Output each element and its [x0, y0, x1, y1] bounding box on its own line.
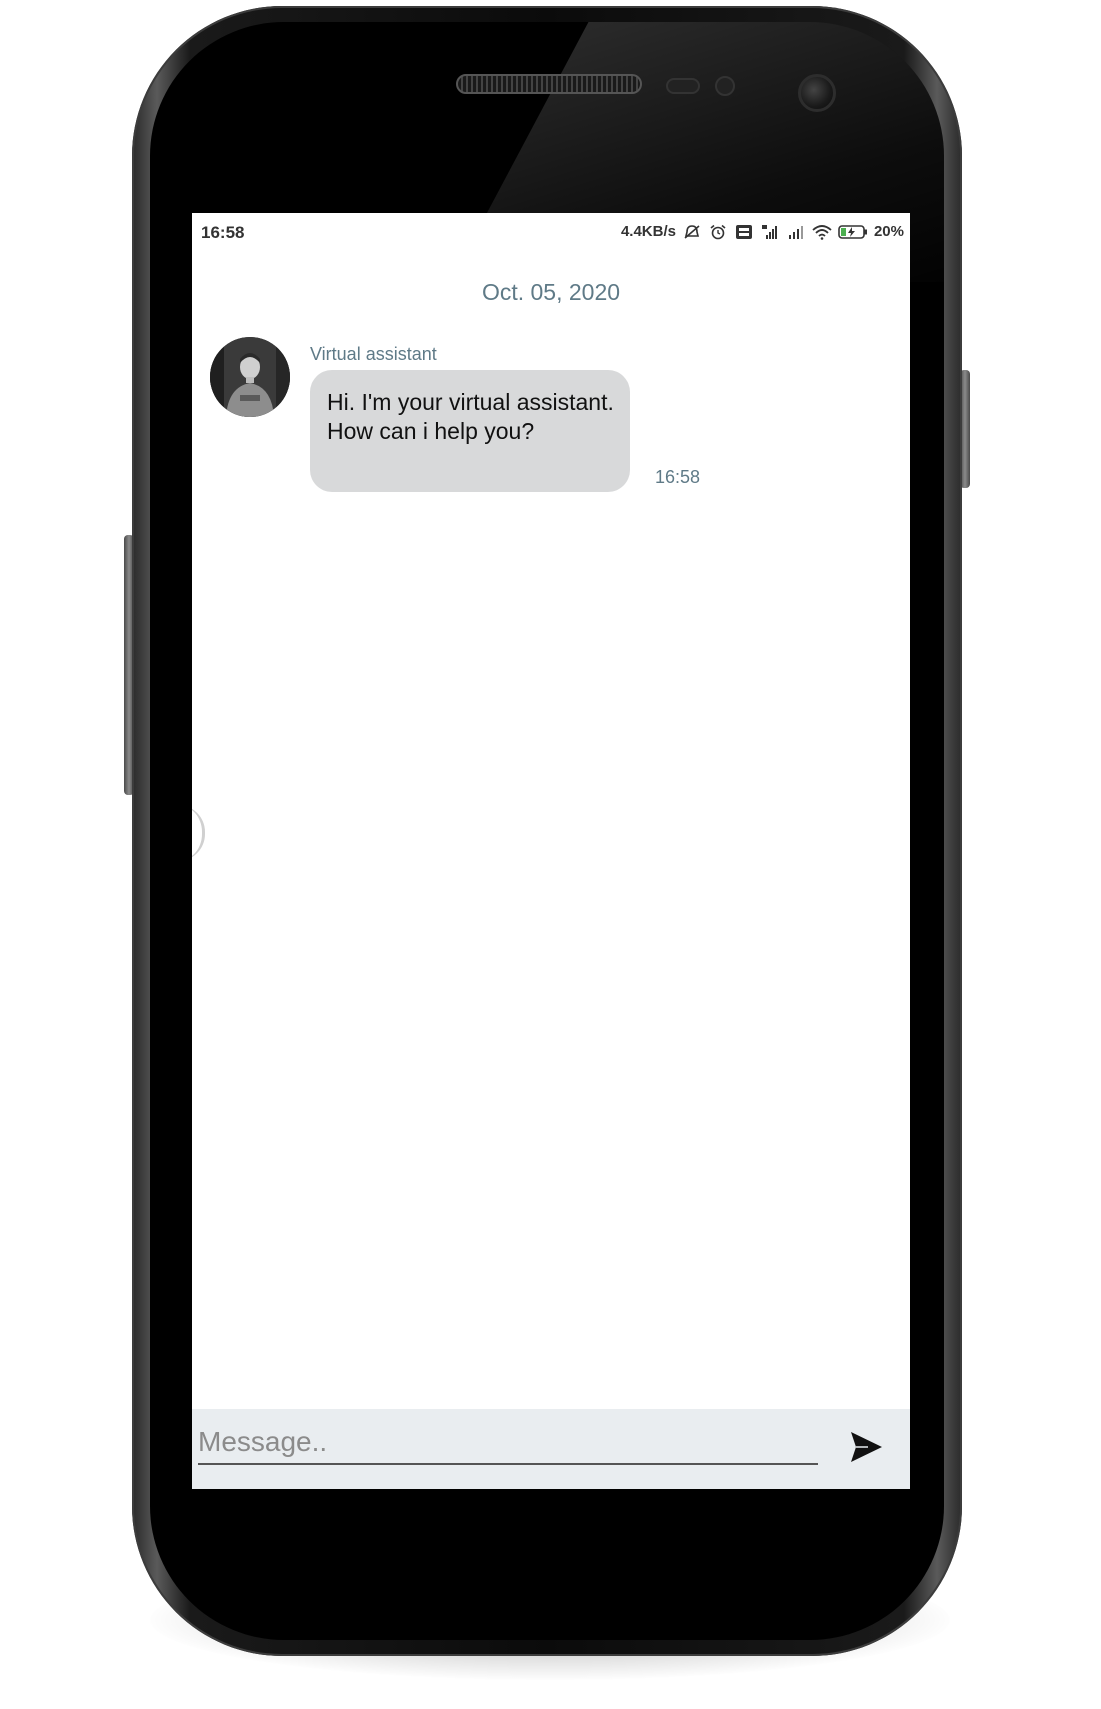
- date-separator: Oct. 05, 2020: [481, 279, 621, 305]
- message-time: 16:58: [655, 467, 701, 487]
- earpiece-speaker: [456, 74, 642, 94]
- wifi-icon: [812, 224, 832, 240]
- send-button[interactable]: [848, 1429, 884, 1465]
- status-bar: 16:58 4.4KB/s 20%: [192, 213, 910, 251]
- status-time: 16:58: [201, 223, 245, 242]
- front-camera-icon: [798, 74, 836, 112]
- scroll-indicator: [192, 805, 205, 861]
- device-mockup: 16:58 4.4KB/s 20% Oct. 05, 2020 Virtual …: [0, 0, 1101, 1709]
- battery-charging-icon: [838, 224, 868, 240]
- person-avatar-icon[interactable]: [210, 337, 290, 417]
- message-input[interactable]: [198, 1421, 818, 1465]
- phone-screen: 16:58 4.4KB/s 20% Oct. 05, 2020 Virtual …: [192, 213, 910, 1489]
- signal-icon: [786, 224, 806, 240]
- status-indicators: 4.4KB/s 20%: [621, 223, 904, 240]
- muted-bell-icon: [682, 224, 702, 240]
- send-icon: [851, 1432, 882, 1462]
- message-composer: [192, 1409, 910, 1489]
- battery-percent: 20%: [873, 223, 904, 240]
- network-speed: 4.4KB/s: [620, 223, 676, 240]
- proximity-sensor: [666, 78, 700, 94]
- volte-icon: [734, 224, 754, 240]
- message-bubble: Hi. I'm your virtual assistant. How can …: [310, 370, 630, 492]
- sender-name: Virtual assistant: [310, 344, 437, 364]
- 4g-signal-icon: [760, 224, 780, 240]
- alarm-icon: [708, 224, 728, 240]
- light-sensor: [715, 76, 735, 96]
